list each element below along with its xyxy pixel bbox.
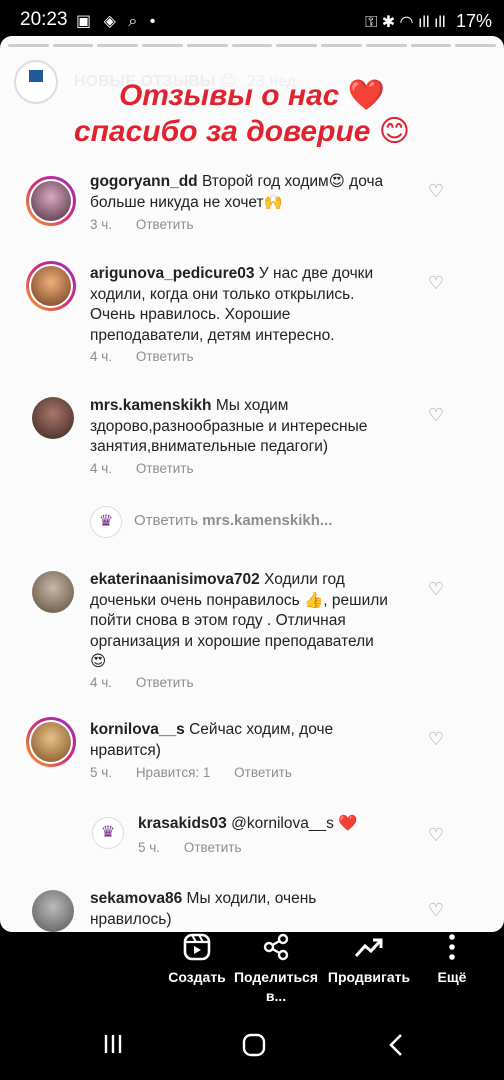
comment-time: 4 ч. (90, 675, 113, 690)
comment-text: gogoryann_dd Второй год ходим😍 доча боль… (90, 173, 384, 211)
avatar[interactable] (26, 176, 76, 226)
comment-text: mrs.kamenskikh Мы ходим здорово,разнообр… (90, 397, 368, 455)
heart-emoji: ❤️ (347, 79, 386, 112)
battery-level: 17% (455, 11, 492, 31)
comment-text: sekamova86 Мы ходили, очень нравилось) (90, 890, 317, 928)
comment-username[interactable]: mrs.kamenskikh (90, 397, 212, 414)
avatar[interactable] (26, 717, 76, 767)
back-icon[interactable] (386, 1033, 406, 1064)
crown-logo-icon: ♛ (90, 506, 122, 538)
story-action-bar: Создать Поделиться в... Продвигать Ещё (0, 932, 504, 1008)
like-heart-icon[interactable]: ♡ (428, 729, 444, 750)
reply-text: krasakids03 @kornilova__s ❤️ (138, 815, 358, 832)
reply-username[interactable]: krasakids03 (138, 815, 227, 832)
reply-link[interactable]: Ответить (136, 675, 194, 690)
reply-time: 5 ч. (138, 840, 161, 855)
comment-time: 4 ч. (90, 461, 113, 476)
comment-time: 3 ч. (90, 217, 113, 232)
like-heart-icon[interactable]: ♡ (428, 825, 444, 846)
comment-meta: 4 ч. Ответить (90, 461, 214, 476)
like-heart-icon[interactable]: ♡ (428, 273, 444, 294)
likes-count[interactable]: Нравится: 1 (136, 765, 211, 780)
comment-time: 4 ч. (90, 349, 113, 364)
story-header: НОВЫЕ ОТЗЫВЫ 😊 23 нед. Отзывы о нас ❤️ с… (0, 36, 504, 160)
avatar[interactable] (32, 890, 74, 932)
comment-time: 5 ч. (90, 765, 113, 780)
comment-username[interactable]: gogoryann_dd (90, 173, 198, 190)
system-status-icons: ⚿ ✱ ◠ ıll ıll 17% (365, 11, 492, 32)
reply-link[interactable]: Ответить (234, 765, 292, 780)
comment-meta: 4 ч. Ответить (90, 675, 214, 690)
system-nav-bar (0, 1015, 504, 1080)
comment-text: kornilova__s Сейчас ходим, доче нравится… (90, 721, 334, 759)
share-button[interactable]: Поделиться в... (226, 932, 326, 1006)
share-icon (226, 932, 326, 968)
notification-icons: ▣ ◈ ⌕ • (76, 13, 160, 30)
like-heart-icon[interactable]: ♡ (428, 900, 444, 921)
story-headline-2: спасибо за доверие 😊 (73, 115, 411, 148)
avatar[interactable] (32, 397, 74, 439)
avatar[interactable] (26, 261, 76, 311)
like-heart-icon[interactable]: ♡ (428, 579, 444, 600)
reply-link[interactable]: Ответить (136, 349, 194, 364)
story-viewer[interactable]: НОВЫЕ ОТЗЫВЫ 😊 23 нед. Отзывы о нас ❤️ с… (0, 36, 504, 932)
comment-meta: 4 ч. Ответить (90, 349, 214, 364)
more-button[interactable]: Ещё (402, 932, 502, 987)
home-icon[interactable] (242, 1033, 266, 1064)
reply-prompt-text[interactable]: Ответить mrs.kamenskikh... (134, 512, 332, 529)
comment-meta: 3 ч. Ответить (90, 217, 214, 232)
reply-link[interactable]: Ответить (136, 461, 194, 476)
like-heart-icon[interactable]: ♡ (428, 405, 444, 426)
comment-text: arigunova_pedicure03 У нас две дочки ход… (90, 265, 374, 344)
signal-icons: ⚿ ✱ ◠ ıll ıll (365, 14, 446, 31)
comment-username[interactable]: ekaterinaanisimova702 (90, 571, 260, 588)
more-vertical-icon (402, 932, 502, 968)
crown-logo-icon[interactable]: ♛ (92, 817, 124, 849)
comment-username[interactable]: sekamova86 (90, 890, 182, 907)
comment-meta: 5 ч. Нравится: 1 Ответить (90, 765, 312, 780)
reply-meta: 5 ч. Ответить (138, 840, 262, 855)
comment-username[interactable]: arigunova_pedicure03 (90, 265, 255, 282)
reply-link[interactable]: Ответить (136, 217, 194, 232)
comment-username[interactable]: kornilova__s (90, 721, 185, 738)
comment-text: ekaterinaanisimova702 Ходили год доченьк… (90, 571, 388, 670)
story-headline-1: Отзывы о нас ❤️ (118, 79, 386, 112)
reply-link[interactable]: Ответить (184, 840, 242, 855)
like-heart-icon[interactable]: ♡ (428, 181, 444, 202)
smile-emoji: 😊 (378, 115, 411, 148)
recent-apps-icon[interactable] (102, 1033, 124, 1062)
avatar[interactable] (32, 571, 74, 613)
status-time: 20:23 (20, 9, 68, 30)
